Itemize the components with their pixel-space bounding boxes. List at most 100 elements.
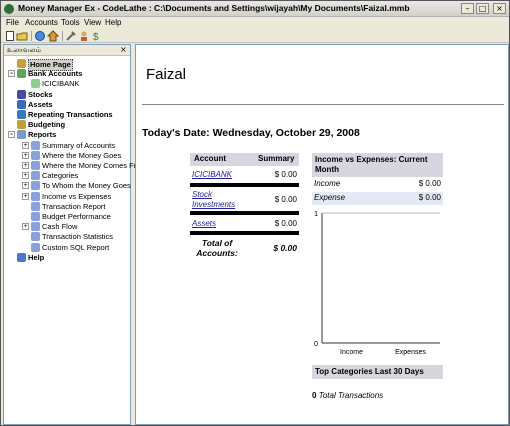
user-name-heading: Faizal (146, 66, 187, 83)
expand-icon[interactable]: + (22, 151, 29, 159)
income-expenses-title: Income vs Expenses: Current Month (312, 153, 443, 177)
table-separator (190, 211, 299, 215)
tree-item-help[interactable]: Help (4, 252, 130, 263)
tree-item-cash-flow[interactable]: + Cash Flow (4, 222, 130, 232)
menu-view[interactable]: View (84, 18, 101, 27)
toolbar-separator (31, 31, 32, 41)
expand-icon[interactable]: + (22, 172, 29, 180)
home-icon (17, 59, 26, 68)
navigator-header: உலாவலம் × (4, 45, 130, 56)
tree-item-to-whom-money-goes[interactable]: + To Whom the Money Goes (4, 181, 131, 191)
tree-item-label: Categories (42, 171, 79, 181)
settings-icon[interactable] (65, 30, 77, 42)
maximize-button[interactable]: □ (476, 3, 489, 14)
svg-text:$: $ (93, 32, 99, 42)
tree-item-transaction-statistics[interactable]: Transaction Statistics (4, 232, 130, 242)
menu-accounts[interactable]: Accounts (25, 18, 58, 27)
report-icon (31, 181, 40, 191)
tree-item-budget-performance[interactable]: Budget Performance (4, 212, 130, 222)
collapse-icon[interactable]: - (8, 131, 15, 139)
report-icon (31, 171, 40, 181)
total-accounts-label: Total of Accounts: (196, 238, 238, 258)
menu-bar: File Accounts Tools View Help (1, 17, 509, 29)
tree-item-categories[interactable]: + Categories (4, 171, 130, 181)
menu-help[interactable]: Help (105, 18, 121, 27)
report-icon (31, 212, 40, 221)
tree-item-where-money-goes[interactable]: + Where the Money Goes (4, 150, 130, 161)
tree-item-label: Summary of Accounts (42, 140, 115, 150)
income-row: Income $ 0.00 (312, 178, 443, 191)
title-bar: Money Manager Ex - CodeLathe : C:\Docume… (1, 1, 509, 17)
account-link-stock-investments[interactable]: Stock Investments (192, 190, 242, 210)
divider (142, 104, 504, 105)
tree-item-where-money-comes-from[interactable]: + Where the Money Comes Fr (4, 161, 136, 171)
x-tick-label: Expenses (395, 349, 426, 356)
account-summary-stocks: $ 0.00 (274, 195, 297, 204)
close-button[interactable]: × (493, 3, 506, 14)
tree-item-budgeting[interactable]: Budgeting (4, 120, 130, 130)
report-icon (31, 242, 40, 252)
organize-payees-icon[interactable] (78, 30, 90, 42)
expand-icon[interactable]: + (22, 192, 29, 200)
tree-item-label: Repeating Transactions (28, 110, 113, 119)
repeating-icon (17, 110, 26, 119)
today-date: Today's Date: Wednesday, October 29, 200… (142, 127, 360, 139)
tree-item-reports[interactable]: - Reports (4, 130, 130, 140)
tree-item-home-page[interactable]: Home Page (4, 59, 130, 71)
y-tick-label: 0 (314, 341, 318, 348)
tree-item-label: Help (28, 252, 45, 262)
tree-item-label: Bank Accounts (28, 69, 83, 79)
menu-file[interactable]: File (6, 18, 19, 27)
expense-value: $ 0.00 (418, 193, 441, 202)
tree-item-summary-of-accounts[interactable]: + Summary of Accounts (4, 140, 130, 151)
tree-item-label: Income vs Expenses (42, 191, 112, 201)
tree-item-label: Transaction Statistics (42, 232, 113, 242)
expand-icon[interactable]: + (22, 182, 29, 190)
tree-item-assets[interactable]: Assets (4, 99, 130, 110)
tree-item-custom-sql-report[interactable]: Custom SQL Report (4, 242, 130, 253)
top-categories-title: Top Categories Last 30 Days (312, 365, 443, 379)
stocks-icon (17, 89, 26, 99)
reports-icon (17, 130, 26, 140)
collapse-icon[interactable]: - (8, 70, 15, 78)
tree-item-label: Reports (28, 130, 57, 140)
tree-item-label: Budget Performance (42, 212, 111, 221)
open-icon[interactable] (16, 30, 28, 42)
home-page-content: Faizal Today's Date: Wednesday, October … (135, 44, 509, 425)
help-icon (17, 252, 26, 262)
total-transactions-label: Total Transactions (318, 391, 384, 400)
currency-icon[interactable]: $ (91, 30, 103, 43)
income-value: $ 0.00 (418, 179, 441, 188)
col-account-header: Account (194, 154, 226, 163)
navigator-panel: உலாவலம் × Home Page - Bank Accounts ICICIBA… (3, 44, 136, 425)
tree-item-repeating-transactions[interactable]: Repeating Transactions (4, 110, 130, 120)
account-link-assets[interactable]: Assets (192, 219, 216, 228)
new-icon[interactable] (4, 30, 16, 42)
table-separator (190, 231, 299, 235)
home-icon[interactable] (46, 30, 60, 42)
tree-item-label: Transaction Report (42, 201, 106, 211)
expand-icon[interactable]: + (22, 141, 29, 149)
expand-icon[interactable]: + (22, 223, 29, 231)
tree-item-stocks[interactable]: Stocks (4, 89, 130, 100)
navigator-title: உலாவலம் (7, 47, 41, 54)
expand-icon[interactable]: + (22, 162, 29, 169)
tree-item-income-vs-expenses[interactable]: + Income vs Expenses (4, 191, 130, 202)
account-link-icicibank[interactable]: ICICIBANK (192, 170, 232, 179)
menu-tools[interactable]: Tools (61, 18, 80, 27)
tree-item-transaction-report[interactable]: Transaction Report (4, 201, 130, 212)
minimize-button[interactable]: – (461, 3, 474, 14)
tree-item-label: Where the Money Comes Fr (42, 161, 137, 170)
tree-item-label: Cash Flow (42, 222, 78, 232)
report-icon (31, 222, 40, 232)
new-account-icon[interactable] (34, 30, 46, 42)
income-expenses-chart: 0 1 Income Expenses (314, 211, 440, 356)
tree-item-icicibank[interactable]: ICICIBANK (4, 79, 130, 89)
assets-icon (17, 99, 26, 109)
total-transactions-count: 0 (312, 391, 317, 400)
total-transactions: 0 Total Transactions (312, 391, 383, 400)
report-icon (31, 140, 40, 150)
app-icon (4, 4, 14, 14)
tree-item-bank-accounts[interactable]: - Bank Accounts (4, 69, 130, 79)
close-icon[interactable]: × (120, 45, 127, 54)
